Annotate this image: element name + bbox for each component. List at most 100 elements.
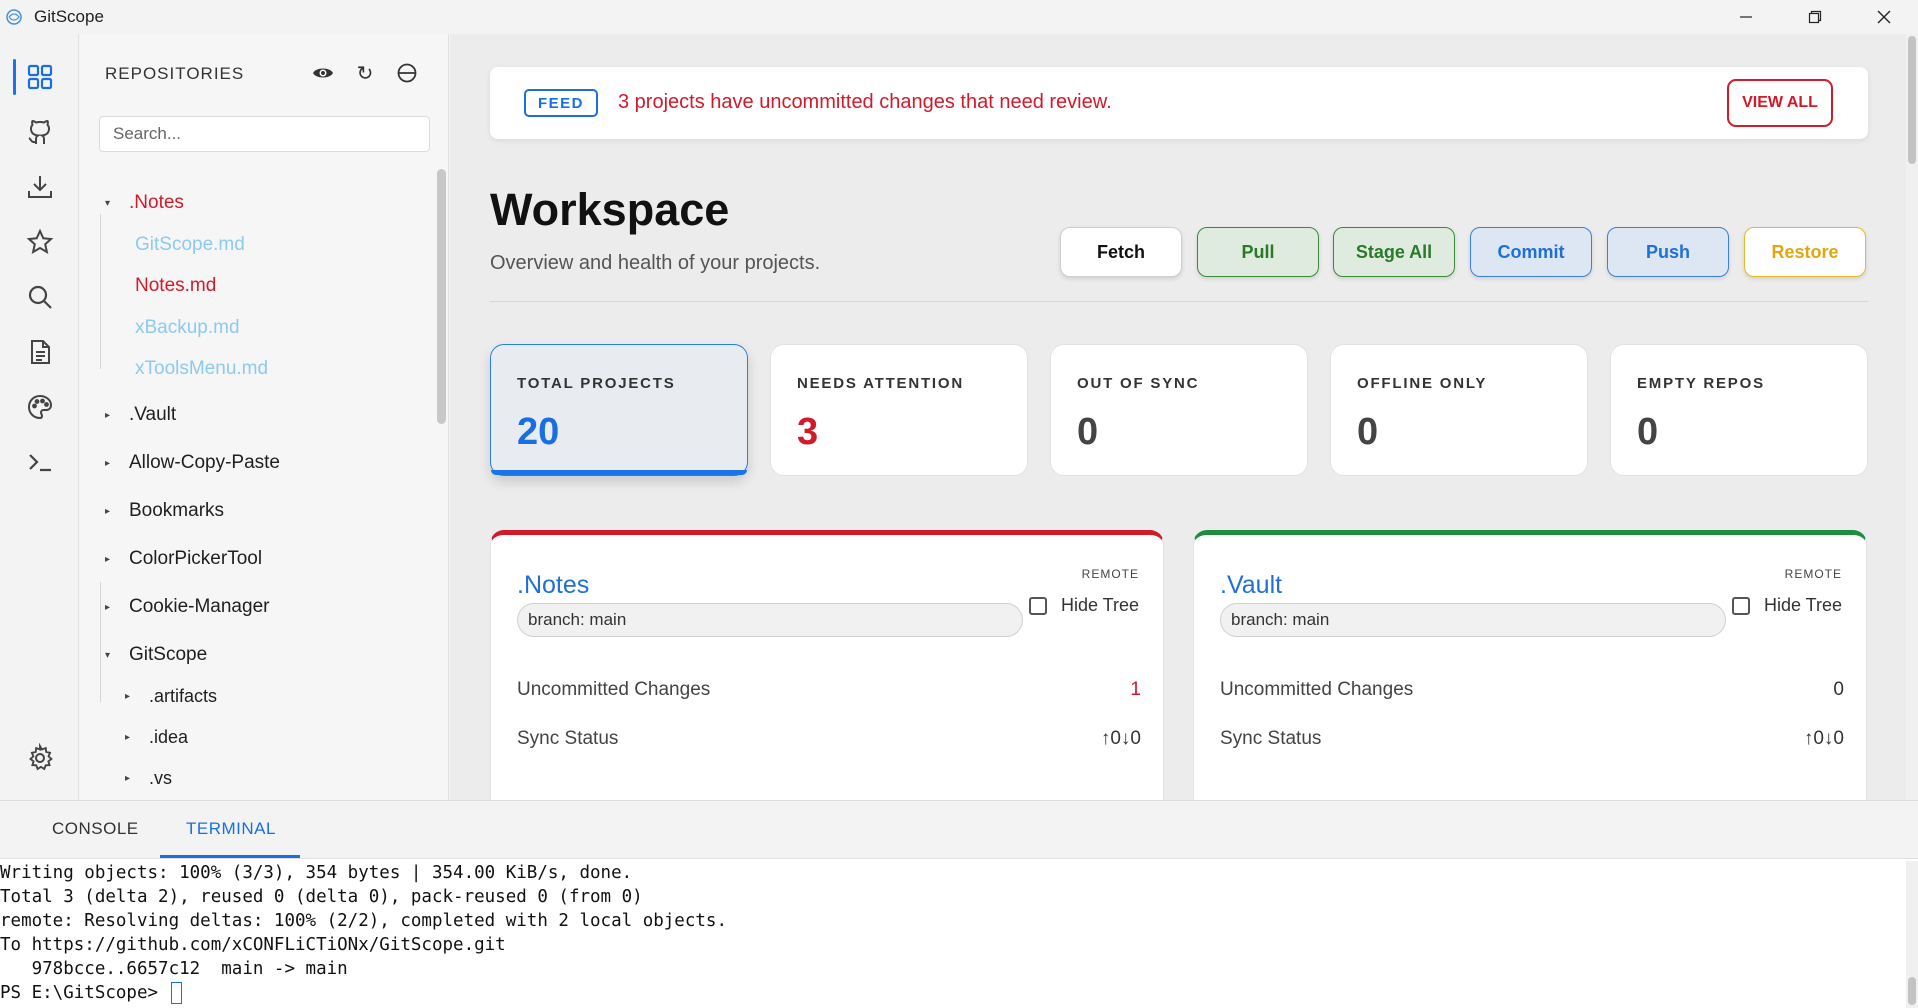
repo-card-notes: .Notes REMOTE branch: main Hide Tree Unc…	[490, 530, 1164, 800]
caret-collapsed-icon: ▸	[105, 505, 111, 517]
minimize-icon	[1739, 16, 1752, 18]
star-icon	[26, 228, 53, 255]
download-nav[interactable]	[0, 159, 79, 215]
tab-terminal[interactable]: TERMINAL	[186, 819, 276, 839]
github-icon	[27, 119, 50, 144]
stat-label: EMPTY REPOS	[1637, 375, 1765, 392]
tree-item-allow-copy-paste[interactable]: ▸ Allow-Copy-Paste	[105, 448, 280, 478]
sidebar-scrollbar[interactable]	[437, 169, 446, 424]
repo-name-link[interactable]: .Vault	[1220, 571, 1282, 600]
tree-file-gitscope-md[interactable]: GitScope.md	[125, 230, 245, 260]
minimize-button[interactable]	[1711, 0, 1780, 34]
collapse-all-button[interactable]	[394, 60, 420, 86]
view-all-button[interactable]: VIEW ALL	[1727, 79, 1833, 127]
terminal-scrollbar[interactable]	[1906, 861, 1918, 1008]
main-scrollbar[interactable]	[1906, 34, 1918, 800]
tree-guide-line	[100, 214, 101, 369]
settings-icon	[28, 743, 53, 771]
app-title: GitScope	[34, 7, 104, 26]
refresh-button[interactable]: ↻	[352, 60, 378, 86]
stat-label: TOTAL PROJECTS	[517, 375, 676, 392]
commit-button[interactable]: Commit	[1470, 227, 1592, 277]
pull-button[interactable]: Pull	[1197, 227, 1319, 277]
tree-item-label: GitScope	[129, 644, 208, 665]
caret-collapsed-icon: ▸	[125, 731, 131, 743]
restore-icon	[1808, 10, 1821, 24]
tree-item-cookie-manager[interactable]: ▸ Cookie-Manager	[105, 592, 269, 622]
terminal-prompt-line[interactable]: PS E:\GitScope>	[0, 981, 1900, 1005]
app-logo-icon	[4, 7, 24, 27]
tree-item-colorpickertool[interactable]: ▸ ColorPickerTool	[105, 544, 262, 574]
tree-item-idea[interactable]: ▸ .idea	[125, 722, 188, 752]
tree-item-gitscope[interactable]: ▾ GitScope	[105, 640, 207, 670]
stat-card-offline-only[interactable]: OFFLINE ONLY 0	[1330, 344, 1588, 476]
tree-item-label: .idea	[149, 726, 189, 747]
favorites-nav[interactable]	[0, 214, 79, 270]
eye-icon	[313, 68, 333, 78]
scrollbar-thumb[interactable]	[1908, 36, 1916, 164]
branch-selector[interactable]: branch: main	[517, 603, 1023, 637]
branch-selector[interactable]: branch: main	[1220, 603, 1726, 637]
stage-all-button[interactable]: Stage All	[1333, 227, 1455, 277]
settings-nav[interactable]	[0, 730, 79, 786]
terminal-nav[interactable]	[0, 434, 79, 490]
tree-item-vault[interactable]: ▸ .Vault	[105, 400, 176, 430]
terminal-prompt: PS E:\GitScope>	[0, 983, 169, 1003]
hide-tree-toggle[interactable]: Hide Tree	[1028, 595, 1139, 616]
close-button[interactable]	[1849, 0, 1918, 34]
repo-name-link[interactable]: .Notes	[517, 571, 589, 600]
stat-card-out-of-sync[interactable]: OUT OF SYNC 0	[1050, 344, 1308, 476]
terminal-output[interactable]: Writing objects: 100% (3/3), 354 bytes |…	[0, 861, 1900, 1005]
page-subtitle: Overview and health of your projects.	[490, 252, 821, 274]
tree-item-label: Notes.md	[135, 275, 217, 296]
push-button[interactable]: Push	[1607, 227, 1729, 277]
toggle-visibility-button[interactable]	[310, 60, 336, 86]
panel-tabs: CONSOLE TERMINAL	[0, 801, 1918, 859]
tree-item-vs[interactable]: ▸ .vs	[125, 763, 172, 793]
tree-item-label: xBackup.md	[135, 317, 240, 338]
stat-value: 0	[1077, 411, 1099, 453]
tree-item-bookmarks[interactable]: ▸ Bookmarks	[105, 496, 224, 526]
uncommitted-changes-value: 0	[1833, 679, 1844, 700]
uncommitted-changes-label: Uncommitted Changes	[517, 679, 711, 700]
collapse-icon	[397, 63, 417, 83]
tree-item-label: Cookie-Manager	[129, 596, 270, 617]
tab-console[interactable]: CONSOLE	[52, 819, 139, 839]
tree-file-notes-md[interactable]: Notes.md	[125, 271, 216, 301]
caret-expanded-icon: ▾	[105, 197, 111, 209]
hide-tree-checkbox[interactable]	[1731, 596, 1750, 615]
divider	[490, 301, 1868, 302]
tree-item-label: GitScope.md	[135, 234, 245, 255]
stat-card-total-projects[interactable]: TOTAL PROJECTS 20	[490, 344, 748, 476]
download-icon	[27, 176, 52, 198]
search-icon	[28, 285, 52, 309]
page-title: Workspace	[490, 184, 730, 235]
tree-file-xbackup-md[interactable]: xBackup.md	[125, 313, 240, 343]
theme-nav[interactable]	[0, 379, 79, 435]
dashboard-icon	[27, 64, 52, 90]
search-nav[interactable]	[0, 269, 79, 325]
stat-card-empty-repos[interactable]: EMPTY REPOS 0	[1610, 344, 1868, 476]
tree-item-notes[interactable]: ▾ .Notes	[105, 188, 184, 218]
tree-file-xtoolsmenu-md[interactable]: xToolsMenu.md	[125, 354, 268, 384]
hide-tree-toggle[interactable]: Hide Tree	[1731, 595, 1842, 616]
stat-value: 0	[1357, 411, 1379, 453]
stat-card-needs-attention[interactable]: NEEDS ATTENTION 3	[770, 344, 1028, 476]
scrollbar-thumb[interactable]	[1908, 977, 1916, 1005]
documents-nav[interactable]	[0, 324, 79, 380]
repository-search-input[interactable]	[99, 116, 430, 152]
hide-tree-checkbox[interactable]	[1028, 596, 1047, 615]
terminal-icon	[28, 454, 51, 472]
tree-item-label: .artifacts	[149, 685, 218, 706]
tree-item-label: Allow-Copy-Paste	[129, 452, 280, 473]
dashboard-nav[interactable]	[0, 49, 79, 105]
restore-button[interactable]	[1780, 0, 1849, 34]
fetch-button[interactable]: Fetch	[1060, 227, 1182, 277]
tree-item-label: Bookmarks	[129, 500, 225, 521]
repositories-sidebar: REPOSITORIES ↻ ▾ .Notes GitScope.md Note…	[80, 34, 449, 800]
tree-item-artifacts[interactable]: ▸ .artifacts	[125, 681, 217, 711]
github-nav[interactable]	[0, 104, 79, 160]
restore-button[interactable]: Restore	[1744, 227, 1866, 277]
caret-expanded-icon: ▾	[105, 649, 111, 661]
tree-item-label: .Vault	[129, 404, 177, 425]
